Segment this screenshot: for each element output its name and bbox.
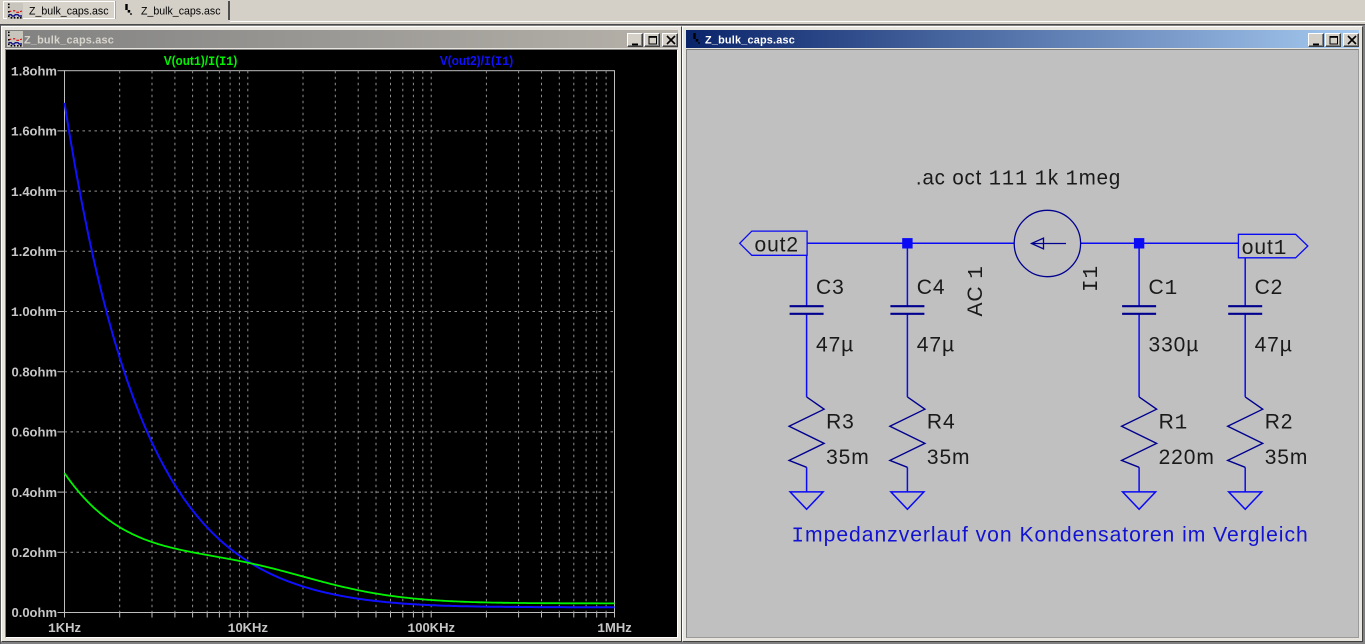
svg-text:1.6ohm: 1.6ohm xyxy=(11,124,57,140)
svg-text:10KHz: 10KHz xyxy=(228,620,269,636)
svg-text:100KHz: 100KHz xyxy=(407,620,455,636)
svg-text:R1: R1 xyxy=(1159,410,1189,435)
svg-text:R4: R4 xyxy=(927,410,956,433)
svg-text:V(out2)/I(I1): V(out2)/I(I1) xyxy=(440,53,514,69)
svg-text:out2: out2 xyxy=(755,233,799,256)
svg-text:1.8ohm: 1.8ohm xyxy=(11,63,57,79)
svg-text:0.0ohm: 0.0ohm xyxy=(11,605,57,620)
svg-text:47µ: 47µ xyxy=(1255,334,1293,357)
svg-text:.ac oct 111 1k 1meg: .ac oct 111 1k 1meg xyxy=(916,167,1121,192)
svg-text:Z_bulk_caps.asc: Z_bulk_caps.asc xyxy=(141,6,221,18)
svg-text:I1: I1 xyxy=(1081,265,1104,292)
svg-text:1.4ohm: 1.4ohm xyxy=(11,184,57,200)
svg-text:C2: C2 xyxy=(1255,276,1284,299)
svg-text:220m: 220m xyxy=(1159,446,1215,469)
svg-text:AC 1: AC 1 xyxy=(964,265,989,316)
svg-text:35m: 35m xyxy=(927,446,971,469)
svg-text:0.2ohm: 0.2ohm xyxy=(11,545,57,560)
svg-text:0.4ohm: 0.4ohm xyxy=(11,485,57,500)
svg-text:47µ: 47µ xyxy=(917,334,955,357)
svg-text:0.8ohm: 0.8ohm xyxy=(11,364,57,379)
svg-text:1KHz: 1KHz xyxy=(48,620,82,636)
svg-text:C1: C1 xyxy=(1149,276,1179,301)
svg-text:35m: 35m xyxy=(826,446,870,469)
svg-text:1.0ohm: 1.0ohm xyxy=(11,304,57,320)
svg-text:C3: C3 xyxy=(816,276,845,299)
svg-text:Z_bulk_caps.asc: Z_bulk_caps.asc xyxy=(29,6,109,18)
svg-text:out1: out1 xyxy=(1242,236,1287,261)
svg-text:0.6ohm: 0.6ohm xyxy=(11,425,57,440)
svg-text:Z_bulk_caps.asc: Z_bulk_caps.asc xyxy=(24,35,114,47)
svg-text:V(out1)/I(I1): V(out1)/I(I1) xyxy=(164,53,238,69)
svg-text:C4: C4 xyxy=(917,276,946,299)
svg-text:Impedanzverlauf von Kondensato: Impedanzverlauf von Kondensatoren im Ver… xyxy=(791,524,1308,549)
svg-text:35m: 35m xyxy=(1265,446,1309,469)
svg-text:330µ: 330µ xyxy=(1149,334,1200,357)
svg-text:R2: R2 xyxy=(1265,410,1294,433)
svg-text:1MHz: 1MHz xyxy=(597,620,632,636)
svg-text:1.2ohm: 1.2ohm xyxy=(11,244,57,260)
svg-text:R3: R3 xyxy=(826,410,855,433)
svg-text:47µ: 47µ xyxy=(816,334,854,357)
svg-text:Z_bulk_caps.asc: Z_bulk_caps.asc xyxy=(705,35,795,47)
